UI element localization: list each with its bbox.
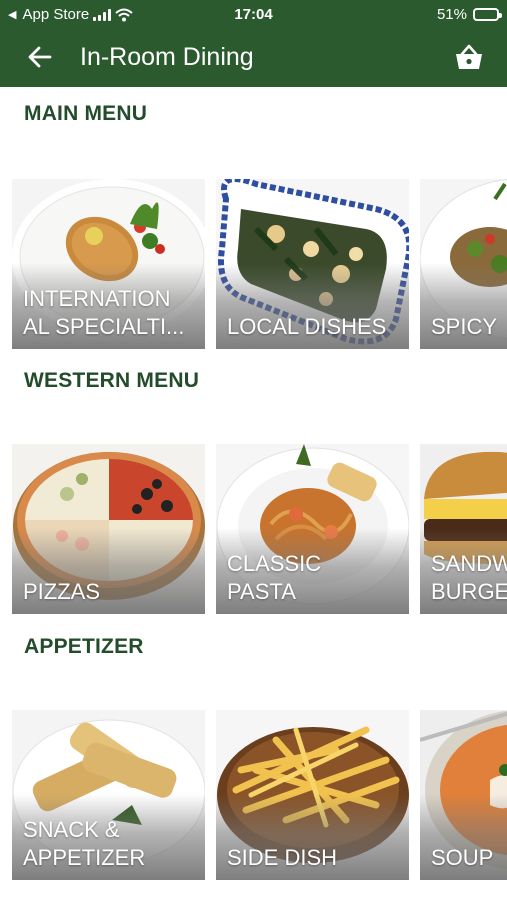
category-card-classic-pasta[interactable]: CLASSIC PASTA <box>216 444 409 614</box>
category-card-pizzas[interactable]: PIZZAS <box>12 444 205 614</box>
category-card-local-dishes[interactable]: LOCAL DISHES <box>216 179 409 349</box>
category-label: SPICY <box>431 314 498 339</box>
section-title-appetizer: APPETIZER <box>24 635 144 658</box>
category-label: LOCAL DISHES <box>227 314 387 339</box>
western-menu-carousel[interactable]: PIZZAS CLASSIC PASTA SANDW BURGE <box>12 444 507 614</box>
category-label: SIDE DISH <box>227 845 338 870</box>
category-card-snack-appetizer[interactable]: SNACK & APPETIZER <box>12 710 205 880</box>
category-label: INTERNATION AL SPECIALTI... <box>23 286 185 339</box>
page-title: In-Room Dining <box>80 43 254 71</box>
category-label: SOUP <box>431 845 494 870</box>
appetizer-carousel[interactable]: SNACK & APPETIZER SIDE DISH SOUP <box>12 710 507 880</box>
category-label: PIZZAS <box>23 579 101 604</box>
basket-icon[interactable] <box>453 42 485 72</box>
status-bar: ◀ App Store 17:04 51% <box>0 0 507 30</box>
section-title-western-menu: WESTERN MENU <box>24 369 200 392</box>
category-card-spicy[interactable]: SPICY <box>420 179 507 349</box>
category-label: SNACK & APPETIZER <box>23 817 146 870</box>
category-card-sandwich-burger[interactable]: SANDW BURGE <box>420 444 507 614</box>
battery-icon <box>473 8 502 21</box>
section-title-main-menu: MAIN MENU <box>24 102 148 125</box>
category-card-international-specialties[interactable]: INTERNATION AL SPECIALTI... <box>12 179 205 349</box>
category-card-side-dish[interactable]: SIDE DISH <box>216 710 409 880</box>
battery-percent: 51% <box>436 6 467 23</box>
category-card-soup[interactable]: SOUP <box>420 710 507 880</box>
status-time: 17:04 <box>234 6 273 23</box>
category-label: SANDW BURGE <box>431 551 507 604</box>
app-header: ◀ App Store 17:04 51% In-Room Dining <box>0 0 507 87</box>
arrow-left-icon[interactable] <box>26 43 54 71</box>
nav-bar: In-Room Dining <box>0 30 507 87</box>
main-menu-carousel[interactable]: INTERNATION AL SPECIALTI... LOCAL DISHES… <box>12 179 507 349</box>
category-label: CLASSIC PASTA <box>227 551 322 604</box>
